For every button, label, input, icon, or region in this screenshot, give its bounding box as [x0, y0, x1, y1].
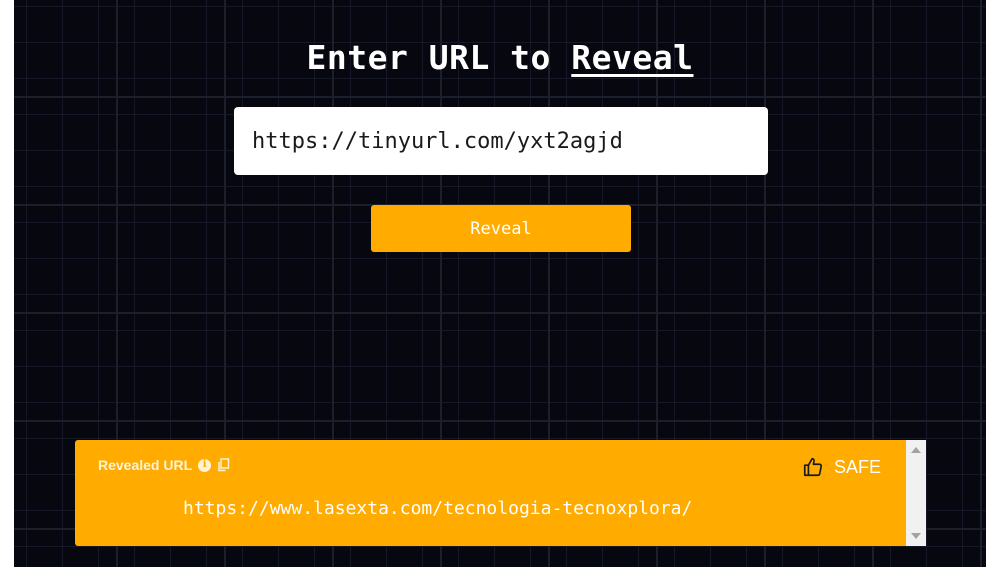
- copy-icon[interactable]: [217, 458, 230, 472]
- revealed-url-label: Revealed URL: [98, 457, 193, 473]
- result-panel: Revealed URL i SAFE https://www.lasexta.…: [75, 440, 926, 546]
- info-icon[interactable]: i: [198, 458, 212, 472]
- safe-status-badge: SAFE: [802, 456, 881, 478]
- reveal-button[interactable]: Reveal: [371, 205, 631, 252]
- revealed-url-link[interactable]: https://www.lasexta.com/tecnologia-tecno…: [183, 498, 692, 519]
- title-prefix: Enter URL to: [306, 38, 572, 77]
- result-scrollbar[interactable]: [906, 440, 926, 546]
- revealed-url-header: Revealed URL i: [98, 457, 230, 473]
- url-input[interactable]: [234, 107, 768, 175]
- scroll-up-arrow-icon[interactable]: [911, 447, 921, 453]
- page: Enter URL to Reveal Reveal Revealed URL …: [0, 0, 1000, 567]
- scroll-down-arrow-icon[interactable]: [911, 533, 921, 539]
- page-title: Enter URL to Reveal: [0, 38, 1000, 77]
- thumbs-up-icon: [802, 456, 824, 478]
- title-accent: Reveal: [571, 38, 694, 77]
- safe-status-text: SAFE: [834, 456, 882, 477]
